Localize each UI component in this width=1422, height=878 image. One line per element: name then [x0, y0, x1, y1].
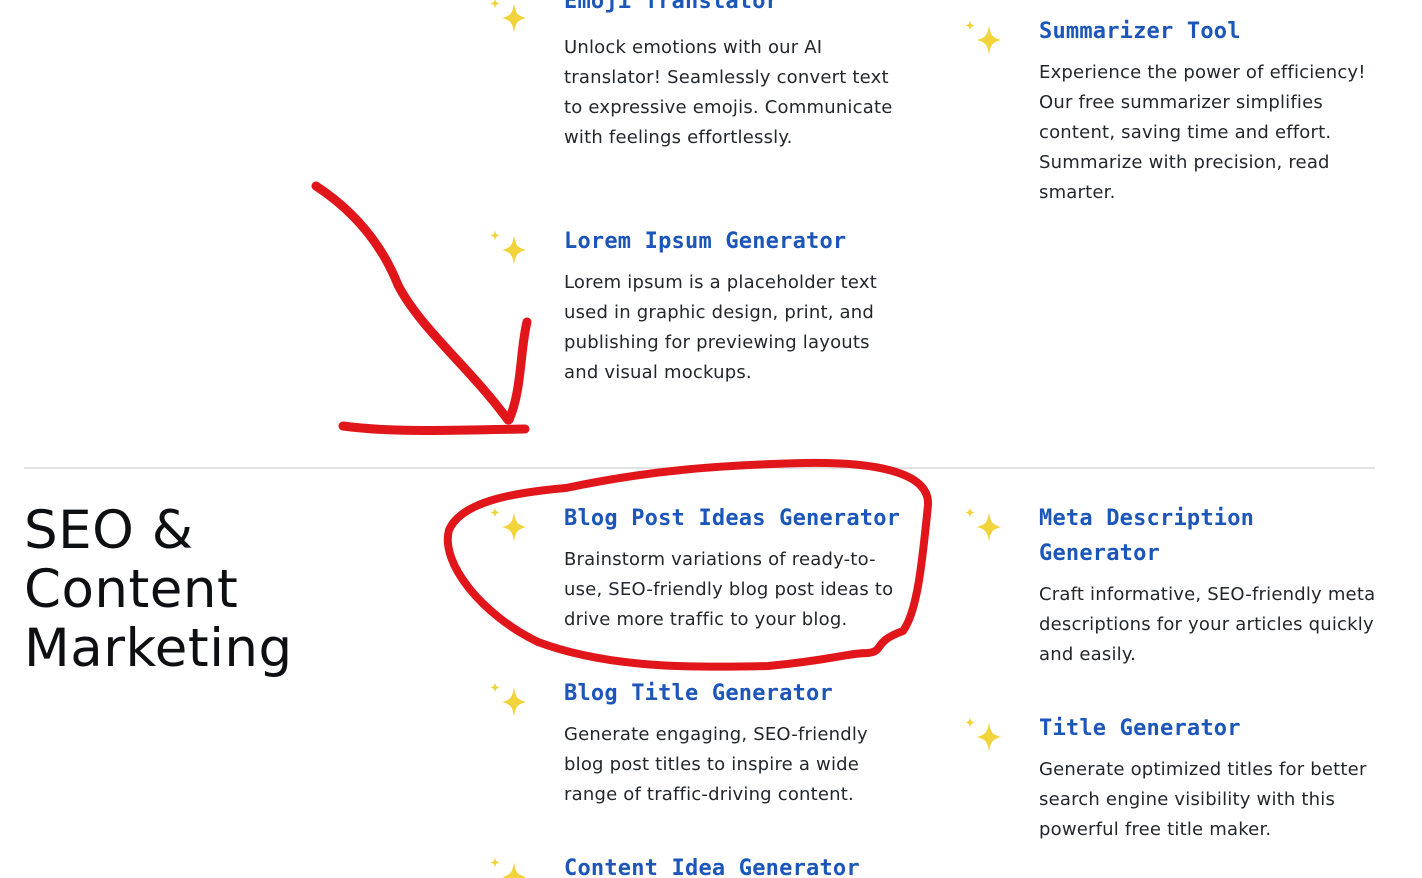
sparkle-icon — [486, 680, 534, 724]
tool-description-title-generator: Generate optimized titles for better sea… — [1039, 759, 1367, 840]
tool-card-blog-post-ideas: Blog Post Ideas Generator Brainstorm var… — [486, 501, 906, 641]
tool-title-blog-title[interactable]: Blog Title Generator — [564, 676, 833, 711]
tool-title-content-idea[interactable]: Content Idea Generator — [564, 851, 860, 878]
tool-card-summarizer: Summarizer Tool Experience the power of … — [961, 14, 1381, 214]
section-divider — [24, 467, 1375, 469]
tool-title-lorem-ipsum[interactable]: Lorem Ipsum Generator — [564, 224, 846, 259]
sparkle-icon — [486, 0, 534, 40]
sparkle-icon — [961, 505, 1009, 549]
sparkle-icon — [486, 855, 534, 878]
tool-description-blog-title: Generate engaging, SEO-friendly blog pos… — [564, 724, 868, 805]
tool-description-meta-description: Craft informative, SEO-friendly meta des… — [1039, 584, 1376, 665]
tool-card-content-idea: Content Idea Generator — [486, 851, 906, 878]
tool-title-summarizer[interactable]: Summarizer Tool — [1039, 14, 1241, 49]
sparkle-icon — [486, 505, 534, 549]
tool-card-lorem-ipsum: Lorem Ipsum Generator Lorem ipsum is a p… — [486, 224, 906, 404]
sparkle-icon — [961, 715, 1009, 759]
tool-card-meta-description: Meta Description Generator Craft informa… — [961, 501, 1381, 671]
section-heading-seo-content-marketing: SEO & Content Marketing — [24, 500, 293, 679]
tool-card-blog-title: Blog Title Generator Generate engaging, … — [486, 676, 906, 816]
tool-description-emoji-translator: Unlock emotions with our AI translator! … — [564, 37, 893, 148]
tool-description-blog-post-ideas: Brainstorm variations of ready-to-use, S… — [564, 549, 894, 630]
sparkle-icon — [486, 228, 534, 272]
tool-card-emoji-translator: Emoji Translator Unlock emotions with ou… — [486, 0, 906, 184]
sparkle-icon — [961, 18, 1009, 62]
tool-title-title-generator[interactable]: Title Generator — [1039, 711, 1241, 746]
tool-title-blog-post-ideas[interactable]: Blog Post Ideas Generator — [564, 501, 900, 536]
tool-card-title-generator: Title Generator Generate optimized title… — [961, 711, 1381, 851]
tool-description-summarizer: Experience the power of efficiency! Our … — [1039, 62, 1366, 203]
tool-title-emoji-translator[interactable]: Emoji Translator — [564, 0, 779, 19]
tool-description-lorem-ipsum: Lorem ipsum is a placeholder text used i… — [564, 272, 877, 383]
tool-title-meta-description[interactable]: Meta Description Generator — [1039, 501, 1279, 571]
